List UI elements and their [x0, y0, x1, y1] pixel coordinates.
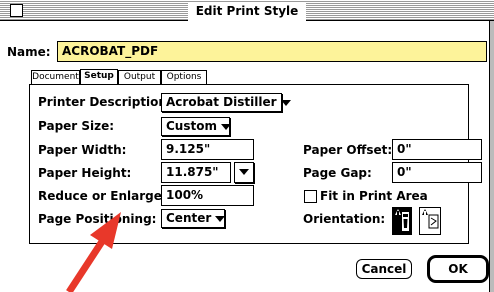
page-positioning-label: Page Positioning: [38, 212, 157, 226]
edit-print-style-dialog: Edit Print Style Name: ACROBAT_PDF Docum… [0, 0, 494, 292]
right-scrollbar[interactable] [489, 21, 494, 292]
reduce-enlarge-label: Reduce or Enlarge: [38, 189, 167, 203]
reduce-enlarge-field[interactable]: 100% [161, 185, 254, 206]
paper-height-label: Paper Height: [38, 166, 132, 180]
cancel-button[interactable]: Cancel [356, 259, 412, 279]
printer-description-value: Acrobat Distiller [166, 95, 277, 109]
tab-options[interactable]: Options [161, 70, 207, 84]
orientation-portrait-icon[interactable] [392, 207, 412, 235]
paper-size-label: Paper Size: [38, 119, 115, 133]
annotation-arrow-shaft [66, 238, 106, 292]
title-bar[interactable]: Edit Print Style [0, 0, 494, 21]
paper-width-label: Paper Width: [38, 143, 127, 157]
paper-offset-field[interactable]: 0" [392, 139, 482, 160]
chevron-down-icon [239, 168, 249, 175]
page-gap-field[interactable]: 0" [392, 162, 482, 183]
page-gap-label: Page Gap: [303, 166, 372, 180]
chevron-down-icon [215, 215, 226, 222]
paper-height-field[interactable]: 11.875" [161, 162, 231, 183]
paper-size-popup[interactable]: Custom [161, 117, 231, 136]
paper-size-value: Custom [166, 119, 217, 133]
fit-in-print-area-checkbox[interactable] [304, 190, 317, 203]
name-label: Name: [7, 45, 51, 59]
orientation-landscape-icon[interactable] [419, 207, 441, 235]
orientation-label: Orientation: [303, 212, 386, 226]
printer-description-popup[interactable]: Acrobat Distiller [161, 93, 291, 112]
paper-height-popup[interactable] [234, 162, 254, 183]
page-positioning-popup[interactable]: Center [161, 209, 226, 228]
fit-in-print-area-label: Fit in Print Area [320, 189, 428, 203]
paper-offset-label: Paper Offset: [303, 143, 393, 157]
tab-output[interactable]: Output [118, 70, 161, 84]
paper-width-field[interactable]: 9.125" [161, 139, 254, 160]
name-field[interactable]: ACROBAT_PDF [57, 41, 487, 62]
ok-button[interactable]: OK [427, 255, 489, 283]
window-title: Edit Print Style [187, 2, 307, 21]
printer-description-label: Printer Description: [38, 95, 172, 109]
chevron-down-icon [220, 123, 231, 130]
tab-setup[interactable]: Setup [80, 69, 118, 84]
tab-document[interactable]: Document [31, 70, 80, 84]
chevron-down-icon [280, 99, 291, 106]
page-positioning-value: Center [166, 211, 212, 225]
